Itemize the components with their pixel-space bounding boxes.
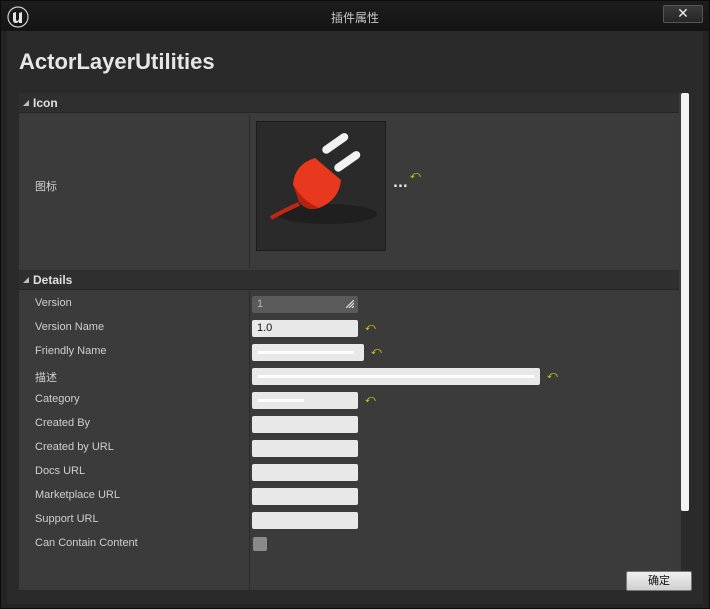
version-label: Version bbox=[35, 297, 72, 309]
category-label: Category bbox=[35, 393, 80, 405]
created-by-url-label: Created by URL bbox=[35, 441, 114, 453]
plugin-icon-thumbnail[interactable] bbox=[256, 121, 386, 251]
reset-to-default-icon[interactable]: ⤺ bbox=[547, 371, 558, 381]
category-label: Icon bbox=[33, 96, 58, 110]
created-by-url-field[interactable] bbox=[252, 440, 358, 457]
category-header-icon[interactable]: Icon bbox=[19, 93, 679, 113]
redacted-text bbox=[258, 399, 304, 402]
description-field[interactable] bbox=[252, 368, 540, 385]
details-properties: Version 1 Version Name 1.0 ⤺ Friendly Na… bbox=[19, 291, 679, 590]
friendly-name-field[interactable] bbox=[252, 344, 364, 361]
category-header-details[interactable]: Details bbox=[19, 270, 679, 290]
description-label: 描述 bbox=[35, 372, 57, 384]
marketplace-url-field[interactable] bbox=[252, 488, 358, 505]
column-divider[interactable] bbox=[249, 114, 250, 268]
version-value: 1 bbox=[257, 298, 264, 310]
category-label: Details bbox=[33, 273, 73, 287]
docs-url-field[interactable] bbox=[252, 464, 358, 481]
version-name-label: Version Name bbox=[35, 321, 105, 333]
reset-to-default-icon[interactable]: ⤺ bbox=[371, 347, 382, 357]
redacted-text bbox=[258, 351, 354, 354]
collapse-arrow-icon[interactable] bbox=[23, 100, 29, 106]
marketplace-url-label: Marketplace URL bbox=[35, 489, 120, 501]
reset-to-default-icon[interactable]: ⤺ bbox=[410, 171, 421, 181]
title-bar[interactable]: 插件属性 ✕ bbox=[1, 1, 709, 31]
can-contain-content-label: Can Contain Content bbox=[35, 537, 138, 549]
scrollbar-thumb[interactable] bbox=[681, 93, 689, 511]
friendly-name-label: Friendly Name bbox=[35, 345, 107, 357]
spin-grip-icon bbox=[346, 300, 354, 308]
plugin-plug-icon bbox=[270, 133, 377, 224]
close-button[interactable]: ✕ bbox=[663, 5, 703, 23]
category-field[interactable] bbox=[252, 392, 358, 409]
reset-to-default-icon[interactable]: ⤺ bbox=[365, 395, 376, 405]
created-by-label: Created By bbox=[35, 417, 91, 429]
version-name-field[interactable]: 1.0 bbox=[252, 320, 358, 337]
window-title: 插件属性 bbox=[330, 11, 379, 25]
column-divider[interactable] bbox=[249, 291, 250, 590]
details-panel: Icon 图标 ... ⤺ Details Version 1 Version … bbox=[19, 93, 689, 590]
icon-row-label: 图标 bbox=[35, 181, 57, 193]
icon-property-row: 图标 ... ⤺ bbox=[19, 114, 679, 268]
browse-button[interactable]: ... bbox=[393, 176, 408, 191]
support-url-label: Support URL bbox=[35, 513, 99, 525]
collapse-arrow-icon[interactable] bbox=[23, 277, 29, 283]
redacted-text bbox=[258, 375, 534, 378]
plugin-properties-window: 插件属性 ✕ ActorLayerUtilities Icon 图标 ... ⤺… bbox=[0, 0, 710, 609]
can-contain-content-checkbox[interactable] bbox=[253, 537, 267, 551]
support-url-field[interactable] bbox=[252, 512, 358, 529]
reset-to-default-icon[interactable]: ⤺ bbox=[365, 323, 376, 333]
created-by-field[interactable] bbox=[252, 416, 358, 433]
details-scrollbar[interactable] bbox=[681, 93, 689, 590]
docs-url-label: Docs URL bbox=[35, 465, 86, 477]
version-spinbox[interactable]: 1 bbox=[252, 296, 358, 313]
ok-button[interactable]: 确定 bbox=[626, 571, 692, 591]
content-panel: ActorLayerUtilities Icon 图标 ... ⤺ Detail… bbox=[7, 31, 703, 604]
plugin-name-title: ActorLayerUtilities bbox=[19, 49, 215, 74]
